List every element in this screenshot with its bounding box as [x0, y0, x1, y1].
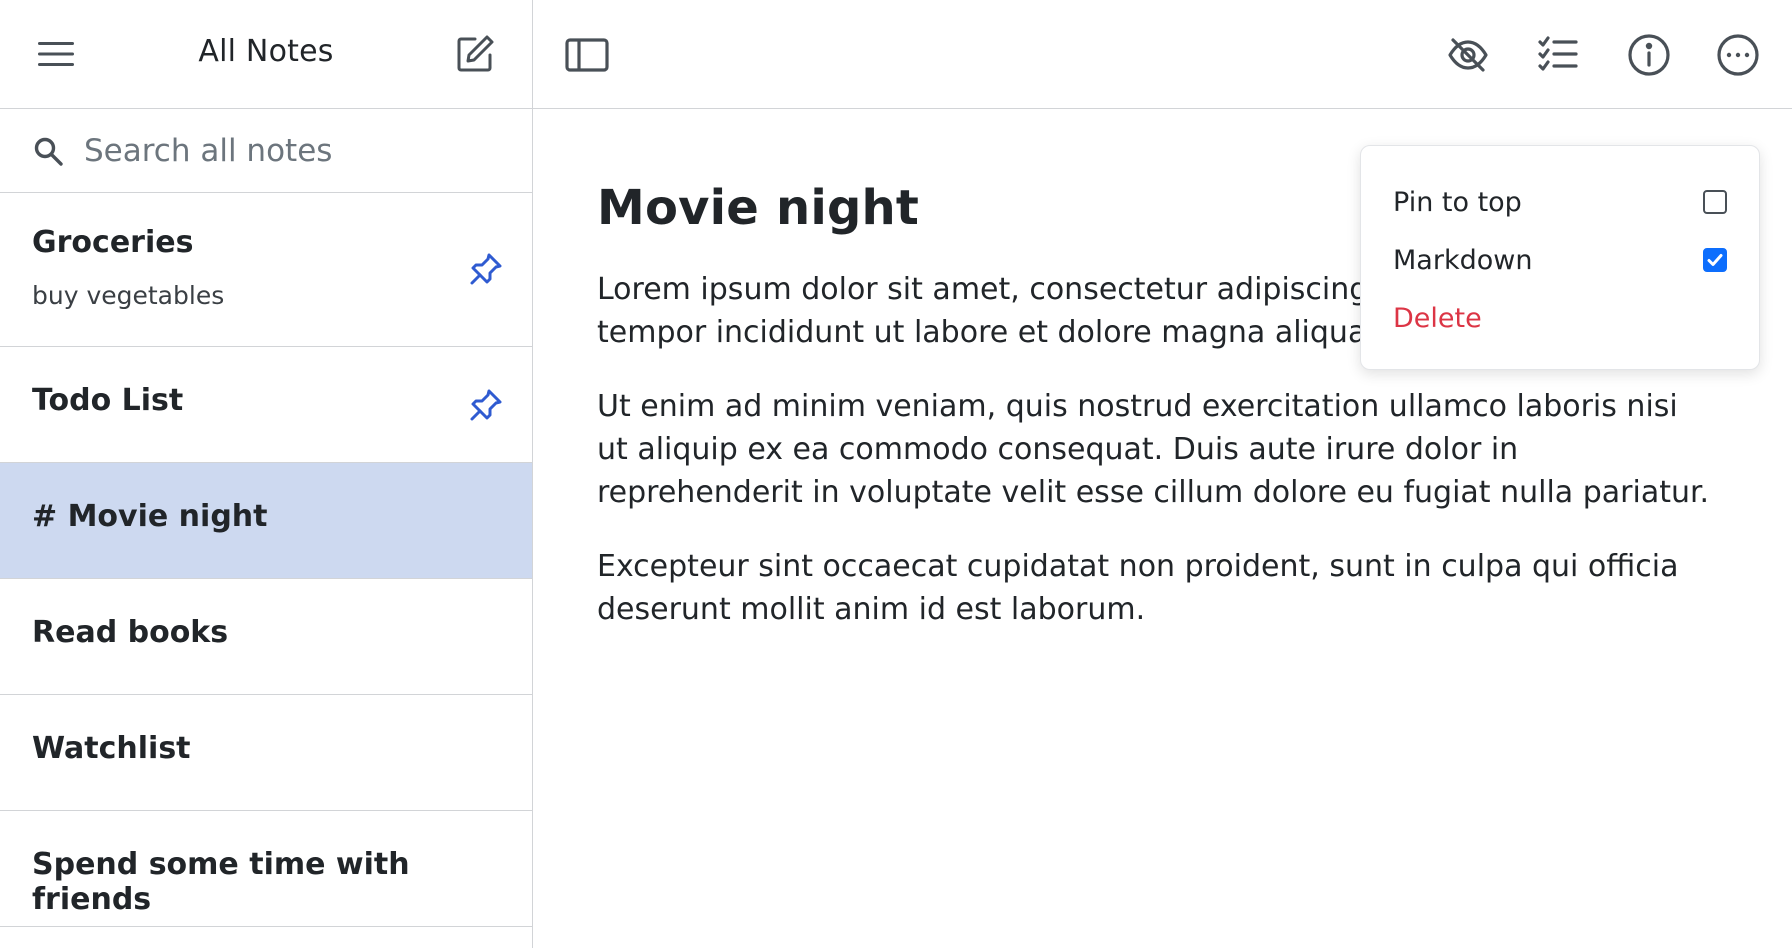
info-icon[interactable]: [1626, 32, 1672, 78]
markdown-checkbox[interactable]: [1703, 248, 1727, 272]
note-list-item-read-books[interactable]: Read books: [0, 579, 532, 695]
note-list-item-movie-night[interactable]: # Movie night: [0, 463, 532, 579]
note-paragraph: Excepteur sint occaecat cupidatat non pr…: [597, 549, 1679, 627]
search-icon: [32, 135, 66, 169]
note-title: Read books: [32, 615, 229, 650]
pin-icon: [468, 387, 504, 423]
note-title: Spend some time with friends: [32, 847, 410, 917]
note-list-item-watchlist[interactable]: Watchlist: [0, 695, 532, 811]
note-title: # Movie night: [32, 499, 268, 534]
search-row: [0, 109, 532, 193]
pin-icon: [468, 251, 504, 287]
editor-toolbar: [533, 0, 1792, 109]
pin-to-top-label: Pin to top: [1393, 186, 1522, 218]
note-title: Groceries: [32, 225, 194, 260]
eye-slash-icon[interactable]: [1445, 32, 1491, 78]
note-list-item-groceries[interactable]: Groceries buy vegetables: [0, 193, 532, 347]
sidebar: All Notes Groceries buy vegetables: [0, 0, 533, 948]
compose-note-icon[interactable]: [450, 30, 500, 78]
note-title: Watchlist: [32, 731, 191, 766]
delete-option[interactable]: Delete: [1393, 294, 1727, 342]
markdown-option[interactable]: Markdown: [1393, 236, 1727, 284]
note-list: Groceries buy vegetables Todo List # Mov…: [0, 193, 532, 927]
pin-to-top-checkbox[interactable]: [1703, 190, 1727, 214]
notes-app: All Notes Groceries buy vegetables: [0, 0, 1792, 948]
more-options-icon[interactable]: [1715, 32, 1761, 78]
note-preview: buy vegetables: [32, 281, 225, 310]
sidebar-header: All Notes: [0, 0, 532, 109]
search-input[interactable]: [84, 127, 514, 175]
note-list-item-spend-time[interactable]: Spend some time with friends: [0, 811, 532, 927]
note-list-item-todo-list[interactable]: Todo List: [0, 347, 532, 463]
note-paragraph: Ut enim ad minim veniam, quis nostrud ex…: [597, 389, 1710, 510]
checkmark-icon: [1707, 254, 1723, 266]
checklist-icon[interactable]: [1535, 32, 1581, 78]
note-options-dropdown: Pin to top Markdown Delete: [1360, 145, 1760, 370]
pin-to-top-option[interactable]: Pin to top: [1393, 178, 1727, 226]
markdown-label: Markdown: [1393, 244, 1533, 276]
note-title: Todo List: [32, 383, 184, 418]
delete-label: Delete: [1393, 302, 1482, 334]
note-editor: Movie night Lorem ipsum dolor sit amet, …: [533, 0, 1792, 948]
sidebar-toggle-icon[interactable]: [564, 32, 610, 78]
